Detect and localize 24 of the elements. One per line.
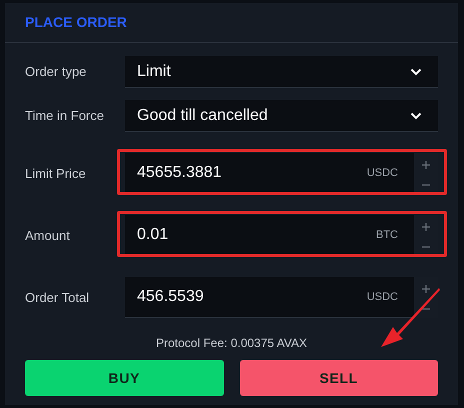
unit-label: BTC: [376, 228, 398, 243]
plus-icon[interactable]: [422, 284, 430, 293]
select-field[interactable]: Good till cancelled: [125, 100, 438, 132]
chevron-down-icon: [410, 68, 422, 76]
field-label: Order type: [24, 63, 88, 82]
plus-icon[interactable]: [422, 160, 430, 169]
unit-label: USDC: [366, 290, 398, 305]
fee-text: Protocol Fee: 0.00375 AVAX: [156, 335, 307, 352]
select-field[interactable]: Limit: [125, 56, 438, 88]
panel-title: PLACE ORDER: [25, 13, 127, 32]
sell-button[interactable]: SELL: [240, 360, 438, 396]
unit-label: USDC: [366, 166, 398, 181]
minus-icon[interactable]: [422, 246, 430, 248]
minus-icon[interactable]: [422, 184, 430, 186]
plus-icon[interactable]: [422, 222, 430, 231]
field-label: Time in Force: [24, 107, 105, 126]
field-label: Order Total: [24, 288, 90, 307]
number-field[interactable]: 456.5539 USDC: [125, 277, 414, 318]
field-label: Amount: [24, 226, 71, 245]
number-field[interactable]: 0.01 BTC: [125, 215, 414, 256]
field-label: Limit Price: [24, 164, 87, 183]
chevron-down-icon: [410, 112, 422, 120]
buy-button[interactable]: BUY: [25, 360, 224, 396]
number-field[interactable]: 45655.3881 USDC: [125, 153, 414, 194]
